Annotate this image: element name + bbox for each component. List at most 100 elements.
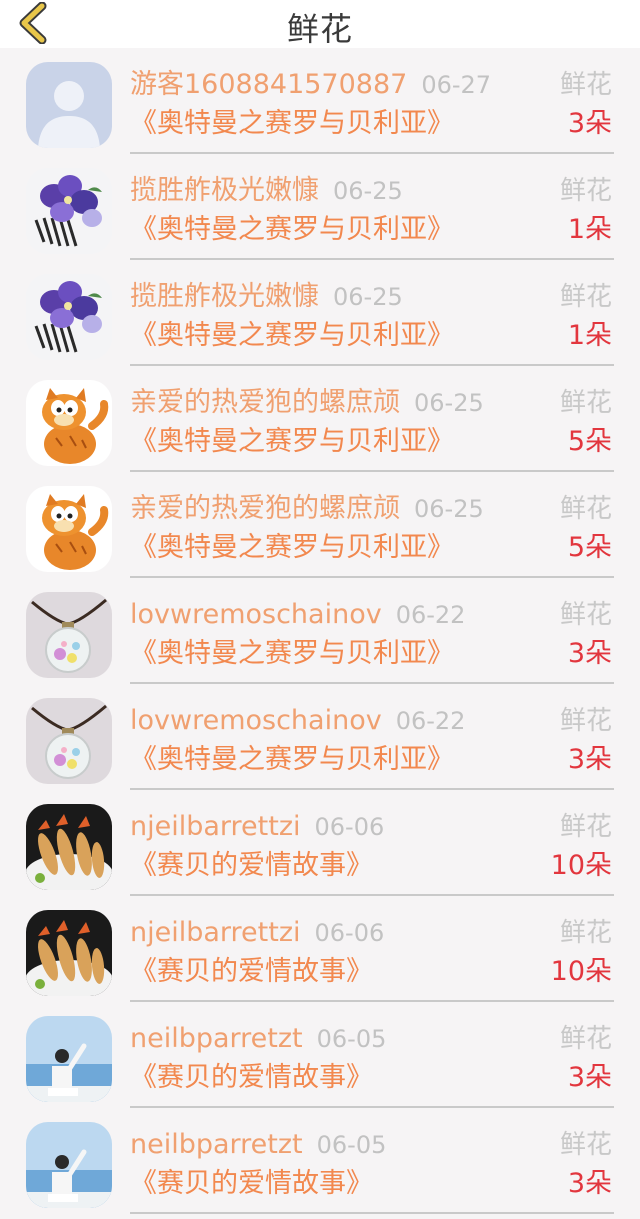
avatar[interactable]: [26, 910, 112, 996]
flower-hairpin-avatar: [26, 168, 112, 254]
book-title[interactable]: 《赛贝的爱情故事》: [130, 1166, 373, 1202]
name-line: njeilbarrettzi 06-06: [130, 916, 384, 950]
book-title[interactable]: 《奥特曼之赛罗与贝利亚》: [130, 530, 454, 566]
divider: [130, 1212, 614, 1214]
list-item[interactable]: 揽胜舴极光嫩慷 06-25 《奥特曼之赛罗与贝利亚》 鲜花 1朵: [0, 154, 640, 260]
gift-type: 鲜花: [559, 494, 612, 524]
gift-date: 06-25: [414, 495, 484, 523]
gift-date: 06-25: [333, 177, 403, 205]
gift-type: 鲜花: [559, 1024, 612, 1054]
gift-count: 1朵: [567, 214, 612, 245]
fried-shrimp-avatar: [26, 910, 112, 996]
gift-date: 06-27: [421, 71, 492, 99]
list-item[interactable]: 游客1608841570887 06-27 《奥特曼之赛罗与贝利亚》 鲜花 3朵: [0, 48, 640, 154]
avatar[interactable]: [26, 1016, 112, 1102]
book-title[interactable]: 《赛贝的爱情故事》: [130, 1060, 373, 1096]
list-item[interactable]: njeilbarrettzi 06-06 《赛贝的爱情故事》 鲜花 10朵: [0, 896, 640, 1002]
seaside-man-avatar: [26, 1016, 112, 1102]
user-name[interactable]: njeilbarrettzi: [130, 811, 301, 842]
name-line: 亲爱的热爱狍的螺庶颃 06-25: [130, 386, 484, 420]
user-name[interactable]: lovwremoschainov: [130, 599, 382, 630]
gift-date: 06-06: [314, 813, 385, 841]
list-item[interactable]: neilbparretzt 06-05 《赛贝的爱情故事》 鲜花 3朵: [0, 1002, 640, 1108]
page-title: 鲜花: [286, 10, 353, 48]
list-item[interactable]: 亲爱的热爱狍的螺庶颃 06-25 《奥特曼之赛罗与贝利亚》 鲜花 5朵: [0, 472, 640, 578]
gift-count: 5朵: [567, 532, 612, 563]
gift-date: 06-05: [316, 1131, 387, 1159]
gift-count: 3朵: [567, 1168, 612, 1199]
gift-date: 06-25: [414, 389, 484, 417]
top-bar: 鲜花: [0, 0, 640, 48]
book-title[interactable]: 《奥特曼之赛罗与贝利亚》: [130, 212, 454, 248]
user-name[interactable]: neilbparretzt: [130, 1129, 303, 1160]
list-item[interactable]: 亲爱的热爱狍的螺庶颃 06-25 《奥特曼之赛罗与贝利亚》 鲜花 5朵: [0, 366, 640, 472]
list-item[interactable]: njeilbarrettzi 06-06 《赛贝的爱情故事》 鲜花 10朵: [0, 790, 640, 896]
name-line: neilbparretzt 06-05: [130, 1128, 386, 1162]
name-line: 揽胜舴极光嫩慷 06-25: [130, 174, 403, 208]
list-item[interactable]: lovwremoschainov 06-22 《奥特曼之赛罗与贝利亚》 鲜花 3朵: [0, 578, 640, 684]
gift-type: 鲜花: [559, 388, 612, 418]
name-line: 揽胜舴极光嫩慷 06-25: [130, 280, 403, 314]
gift-type: 鲜花: [559, 282, 612, 312]
name-line: njeilbarrettzi 06-06: [130, 810, 384, 844]
gift-count: 10朵: [550, 850, 612, 881]
book-title[interactable]: 《奥特曼之赛罗与贝利亚》: [130, 318, 454, 354]
name-line: lovwremoschainov 06-22: [130, 704, 465, 738]
gift-count: 3朵: [567, 108, 612, 139]
gift-count: 3朵: [567, 1062, 612, 1093]
avatar[interactable]: [26, 274, 112, 360]
book-title[interactable]: 《奥特曼之赛罗与贝利亚》: [130, 742, 454, 778]
list-item[interactable]: 揽胜舴极光嫩慷 06-25 《奥特曼之赛罗与贝利亚》 鲜花 1朵: [0, 260, 640, 366]
user-name[interactable]: 游客1608841570887: [130, 69, 407, 100]
gift-count: 10朵: [550, 956, 612, 987]
flower-gift-list: 游客1608841570887 06-27 《奥特曼之赛罗与贝利亚》 鲜花 3朵 …: [0, 48, 640, 1214]
user-name[interactable]: 揽胜舴极光嫩慷: [130, 175, 319, 206]
gift-type: 鲜花: [559, 70, 612, 100]
seaside-man-avatar: [26, 1122, 112, 1208]
default-user-avatar: [26, 62, 112, 148]
avatar[interactable]: [26, 62, 112, 148]
avatar[interactable]: [26, 698, 112, 784]
avatar[interactable]: [26, 486, 112, 572]
gift-type: 鲜花: [559, 812, 612, 842]
book-title[interactable]: 《奥特曼之赛罗与贝利亚》: [130, 636, 454, 672]
garfield-cat-avatar: [26, 380, 112, 466]
list-item[interactable]: lovwremoschainov 06-22 《奥特曼之赛罗与贝利亚》 鲜花 3朵: [0, 684, 640, 790]
list-item[interactable]: neilbparretzt 06-05 《赛贝的爱情故事》 鲜花 3朵: [0, 1108, 640, 1214]
user-name[interactable]: 揽胜舴极光嫩慷: [130, 281, 319, 312]
fried-shrimp-avatar: [26, 804, 112, 890]
book-title[interactable]: 《赛贝的爱情故事》: [130, 848, 373, 884]
book-title[interactable]: 《奥特曼之赛罗与贝利亚》: [130, 424, 454, 460]
user-name[interactable]: 亲爱的热爱狍的螺庶颃: [130, 493, 400, 524]
user-name[interactable]: lovwremoschainov: [130, 705, 382, 736]
user-name[interactable]: 亲爱的热爱狍的螺庶颃: [130, 387, 400, 418]
avatar[interactable]: [26, 1122, 112, 1208]
user-name[interactable]: neilbparretzt: [130, 1023, 303, 1054]
flower-hairpin-avatar: [26, 274, 112, 360]
name-line: neilbparretzt 06-05: [130, 1022, 386, 1056]
name-line: 亲爱的热爱狍的螺庶颃 06-25: [130, 492, 484, 526]
user-name[interactable]: njeilbarrettzi: [130, 917, 301, 948]
name-line: 游客1608841570887 06-27: [130, 68, 491, 102]
gift-date: 06-06: [314, 919, 385, 947]
book-title[interactable]: 《赛贝的爱情故事》: [130, 954, 373, 990]
avatar[interactable]: [26, 380, 112, 466]
name-line: lovwremoschainov 06-22: [130, 598, 465, 632]
avatar[interactable]: [26, 804, 112, 890]
book-title[interactable]: 《奥特曼之赛罗与贝利亚》: [130, 106, 454, 142]
avatar[interactable]: [26, 592, 112, 678]
glass-pendant-avatar: [26, 698, 112, 784]
avatar[interactable]: [26, 168, 112, 254]
gift-type: 鲜花: [559, 918, 612, 948]
gift-count: 1朵: [567, 320, 612, 351]
gift-type: 鲜花: [559, 600, 612, 630]
gift-date: 06-25: [333, 283, 403, 311]
gift-type: 鲜花: [559, 176, 612, 206]
gift-count: 3朵: [567, 744, 612, 775]
gift-date: 06-22: [395, 601, 466, 629]
glass-pendant-avatar: [26, 592, 112, 678]
gift-count: 5朵: [567, 426, 612, 457]
gift-count: 3朵: [567, 638, 612, 669]
gift-type: 鲜花: [559, 706, 612, 736]
garfield-cat-avatar: [26, 486, 112, 572]
